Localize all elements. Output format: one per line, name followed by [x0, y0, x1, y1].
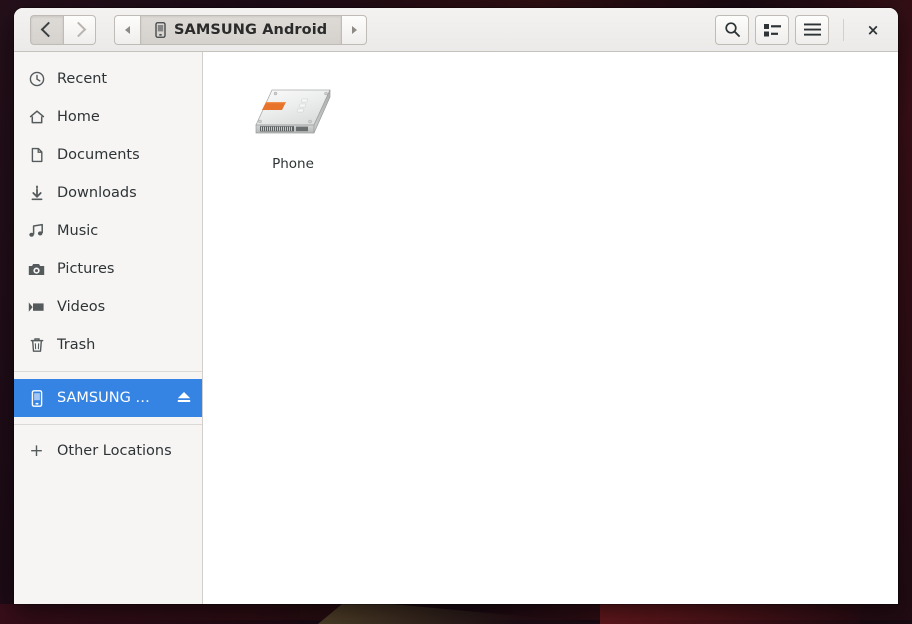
download-icon: [28, 185, 45, 202]
sidebar-item-label: Downloads: [57, 185, 137, 201]
hamburger-menu-icon: [804, 23, 821, 36]
trash-icon: [28, 337, 45, 354]
search-button[interactable]: [715, 15, 749, 45]
path-scroll-left-button[interactable]: [114, 15, 140, 45]
wallpaper-shard: [0, 604, 300, 624]
sidebar-separator: [14, 371, 202, 372]
eject-icon[interactable]: [176, 389, 192, 408]
sidebar-item-home[interactable]: Home: [14, 98, 202, 136]
clock-icon: [28, 71, 45, 88]
navigation-button-group: [30, 15, 96, 45]
sidebar-item-pictures[interactable]: Pictures: [14, 250, 202, 288]
sidebar-item-label: Recent: [57, 71, 107, 87]
drive-harddisk-icon: [250, 82, 336, 146]
header-divider: [843, 19, 844, 41]
back-button[interactable]: [30, 15, 63, 45]
sidebar-separator: [14, 424, 202, 425]
sidebar-item-label: Documents: [57, 147, 140, 163]
home-icon: [28, 109, 45, 126]
header-bar: SAMSUNG Android: [14, 8, 898, 52]
file-listing-area[interactable]: Phone: [203, 52, 898, 604]
sidebar-item-music[interactable]: Music: [14, 212, 202, 250]
header-actions: ×: [715, 15, 890, 45]
triangle-left-icon: [125, 26, 130, 34]
sidebar-item-downloads[interactable]: Downloads: [14, 174, 202, 212]
sidebar-item-other-locations[interactable]: + Other Locations: [14, 432, 202, 470]
sidebar-item-videos[interactable]: Videos: [14, 288, 202, 326]
view-toggle-button[interactable]: [755, 15, 789, 45]
sidebar-item-label: Music: [57, 223, 98, 239]
sidebar-item-trash[interactable]: Trash: [14, 326, 202, 364]
sidebar: Recent Home Documents: [14, 52, 203, 604]
sidebar-item-samsung-device[interactable]: SAMSUNG …: [14, 379, 202, 417]
sidebar-item-documents[interactable]: Documents: [14, 136, 202, 174]
main-menu-button[interactable]: [795, 15, 829, 45]
list-view-icon: [764, 23, 781, 37]
sidebar-item-label: SAMSUNG …: [57, 390, 150, 406]
file-item[interactable]: Phone: [241, 78, 345, 176]
path-scroll-right-button[interactable]: [341, 15, 367, 45]
chevron-left-icon: [41, 22, 57, 38]
icon-grid: Phone: [203, 52, 898, 176]
breadcrumb-label: SAMSUNG Android: [174, 22, 327, 38]
breadcrumb: SAMSUNG Android: [114, 15, 367, 45]
file-item-label: Phone: [272, 156, 314, 172]
sidebar-item-label: Videos: [57, 299, 105, 315]
plus-icon: +: [28, 443, 45, 460]
breadcrumb-item-samsung-android[interactable]: SAMSUNG Android: [140, 15, 341, 45]
window-body: Recent Home Documents: [14, 52, 898, 604]
close-window-button[interactable]: ×: [856, 15, 890, 45]
sidebar-item-label: Other Locations: [57, 443, 172, 459]
sidebar-item-label: Home: [57, 109, 100, 125]
file-manager-window: SAMSUNG Android: [14, 8, 898, 604]
document-icon: [28, 147, 45, 164]
sidebar-item-label: Pictures: [57, 261, 114, 277]
phone-icon: [155, 22, 166, 38]
chevron-right-icon: [70, 22, 86, 38]
wallpaper-shard: [600, 602, 860, 624]
sidebar-item-label: Trash: [57, 337, 95, 353]
sidebar-item-recent[interactable]: Recent: [14, 60, 202, 98]
camera-icon: [28, 261, 45, 278]
search-icon: [724, 21, 741, 38]
forward-button[interactable]: [63, 15, 96, 45]
phone-icon: [28, 390, 45, 407]
triangle-right-icon: [352, 26, 357, 34]
video-camera-icon: [28, 299, 45, 316]
music-note-icon: [28, 223, 45, 240]
